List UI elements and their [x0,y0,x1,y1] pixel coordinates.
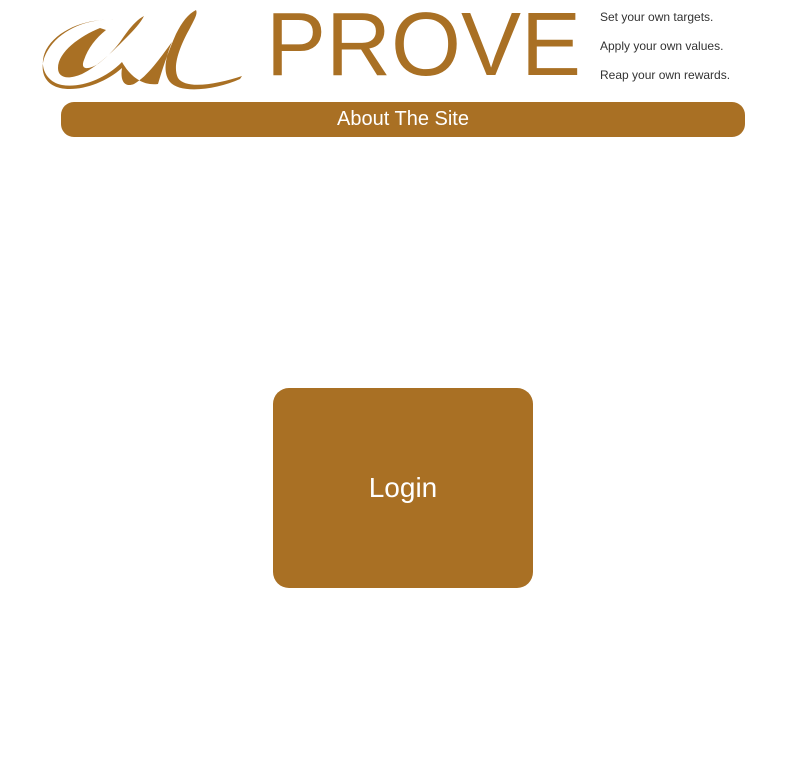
tagline-targets: Set your own targets. [600,10,714,24]
login-button-label: Login [368,472,438,503]
tagline-values: Apply your own values. [600,39,724,53]
login-button[interactable]: Login [273,388,533,588]
brand-title: PROVE [266,0,582,95]
tagline-rewards: Reap your own rewards. [600,68,731,82]
script-u-logo-icon [40,6,246,90]
about-the-site-button[interactable]: About The Site [61,102,745,137]
tagline-list: Set your own targets. Apply your own val… [600,9,800,96]
